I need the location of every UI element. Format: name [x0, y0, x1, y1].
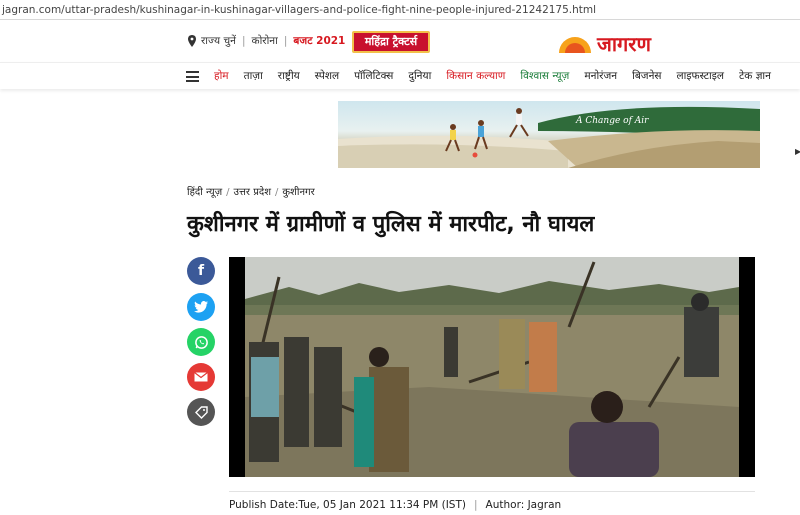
address-bar[interactable]: jagran.com/uttar-pradesh/kushinagar-in-k… — [0, 0, 800, 20]
separator: | — [241, 35, 246, 47]
article-meta: Publish Date:Tue, 05 Jan 2021 11:34 PM (… — [229, 499, 561, 511]
state-select-link[interactable]: राज्य चुनें — [201, 34, 236, 48]
nav-links: होम ताज़ा राष्ट्रीय स्पेशल पॉलिटिक्स दुन… — [214, 69, 786, 83]
breadcrumb-separator: / — [226, 187, 230, 198]
whatsapp-share-icon[interactable] — [187, 328, 215, 356]
ad-caption: A Change of Air — [575, 116, 649, 126]
nav-item-lifestyle[interactable]: लाइफस्टाइल — [677, 69, 724, 83]
ad-next-arrow-icon[interactable]: ▶ — [795, 147, 800, 156]
article-video[interactable] — [229, 257, 755, 477]
menu-icon[interactable] — [186, 71, 199, 82]
separator: | — [473, 499, 478, 511]
nav-item-latest[interactable]: ताज़ा — [244, 69, 263, 83]
top-header: राज्य चुनें | कोरोना | बजट 2021 महिंद्रा… — [0, 20, 800, 62]
sponsor-badge[interactable]: महिंद्रा ट्रैक्टर्स — [352, 31, 430, 53]
header-links: राज्य चुनें | कोरोना | बजट 2021 — [187, 34, 345, 48]
ad-side — [760, 101, 800, 168]
mail-share-icon[interactable] — [187, 363, 215, 391]
nav-item-home[interactable]: होम — [214, 69, 229, 83]
budget-link[interactable]: बजट 2021 — [293, 34, 345, 48]
nav-item-vishvas-news[interactable]: विश्वास न्यूज़ — [520, 69, 569, 83]
facebook-share-icon[interactable]: f — [187, 257, 215, 285]
divider — [229, 491, 755, 492]
nav-item-world[interactable]: दुनिया — [408, 69, 431, 83]
nav-item-farmer[interactable]: किसान कल्याण — [446, 69, 505, 83]
main-nav: होम ताज़ा राष्ट्रीय स्पेशल पॉलिटिक्स दुन… — [0, 62, 800, 89]
nav-item-politics[interactable]: पॉलिटिक्स — [354, 69, 393, 83]
ad-image: A Change of Air — [338, 106, 760, 168]
breadcrumb-kushinagar[interactable]: कुशीनगर — [282, 187, 314, 198]
separator: | — [283, 35, 288, 47]
publish-date: Publish Date:Tue, 05 Jan 2021 11:34 PM (… — [229, 499, 466, 511]
author: Author: Jagran — [485, 499, 562, 511]
location-pin-icon — [188, 35, 196, 47]
breadcrumb: हिंदी न्यूज़ / उत्तर प्रदेश / कुशीनगर — [187, 184, 315, 198]
breadcrumb-separator: / — [275, 187, 279, 198]
corona-link[interactable]: कोरोना — [252, 34, 278, 48]
tag-icon[interactable] — [187, 398, 215, 426]
nav-item-business[interactable]: बिजनेस — [632, 69, 661, 83]
breadcrumb-uttar-pradesh[interactable]: उत्तर प्रदेश — [234, 187, 271, 198]
sun-logo-icon — [559, 36, 591, 53]
ad-banner[interactable]: A Change of Air — [338, 101, 760, 168]
logo-text: जागरण — [597, 32, 651, 56]
nav-item-national[interactable]: राष्ट्रीय — [278, 69, 300, 83]
breadcrumb-hindi-news[interactable]: हिंदी न्यूज़ — [187, 187, 222, 198]
article-title: कुशीनगर में ग्रामीणों व पुलिस में मारपीट… — [187, 212, 595, 237]
nav-item-tech[interactable]: टेक ज्ञान — [739, 69, 771, 83]
news-photo — [229, 257, 755, 477]
nav-item-entertainment[interactable]: मनोरंजन — [584, 69, 617, 83]
twitter-share-icon[interactable] — [187, 293, 215, 321]
jagran-logo[interactable]: जागरण — [557, 30, 651, 57]
nav-item-special[interactable]: स्पेशल — [315, 69, 339, 83]
